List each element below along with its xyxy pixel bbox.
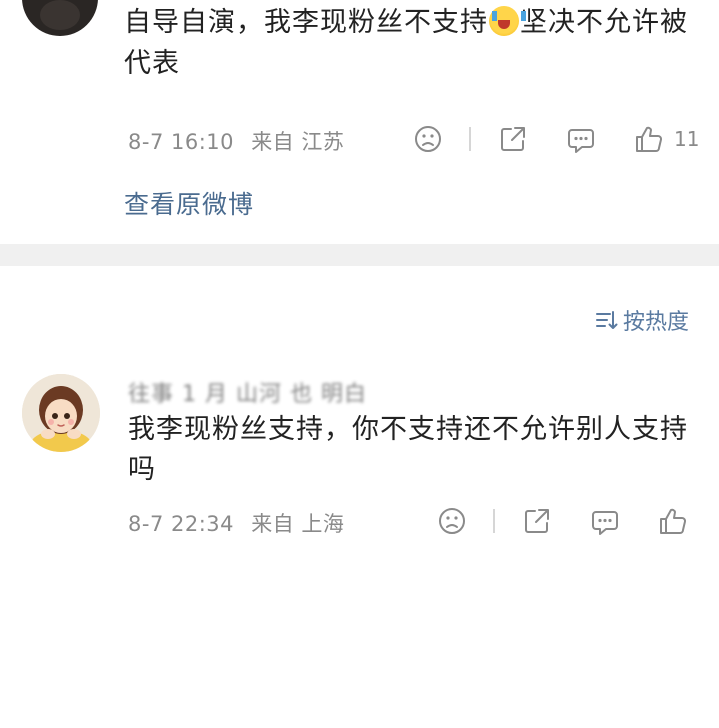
like-button[interactable]: 11	[634, 124, 699, 154]
comment-thumbs-up-icon	[660, 508, 686, 534]
thumbs-up-icon	[636, 126, 662, 152]
post-date: 8-7 16:10	[128, 130, 234, 154]
section-separator	[0, 244, 719, 266]
comment-reply-icon[interactable]	[591, 508, 619, 536]
comment-date: 8-7 22:34	[128, 512, 234, 536]
comment-dislike-icon[interactable]	[438, 507, 466, 535]
action-divider	[469, 127, 471, 151]
comment-text: 我李现粉丝支持，你不支持还不允许别人支持吗	[128, 414, 688, 485]
post-text-part1: 自导自演，我李现粉丝不支持	[124, 7, 488, 38]
sort-label: 按热度	[622, 310, 689, 335]
crying-face-emoji-icon	[489, 6, 526, 36]
sort-by-hot-button[interactable]: 按热度	[595, 304, 689, 336]
comment-share-icon[interactable]	[523, 507, 551, 535]
comment-action-divider	[493, 509, 495, 533]
commenter-username[interactable]: 往事 1 月 山河 也 明白	[128, 376, 367, 408]
post-location: 来自 江苏	[251, 130, 345, 154]
like-count: 11	[674, 127, 700, 151]
dislike-icon[interactable]	[414, 125, 442, 153]
share-icon[interactable]	[499, 125, 527, 153]
comment-meta: 8-7 22:34 来自 上海	[128, 508, 344, 538]
commenter-avatar[interactable]	[22, 374, 100, 452]
sort-icon	[595, 311, 618, 329]
post-author-avatar[interactable]	[22, 0, 98, 36]
comment-location: 来自 上海	[251, 512, 345, 536]
post-text: 自导自演，我李现粉丝不支持 坚决不允许被代表	[124, 2, 694, 84]
post-meta: 8-7 16:10 来自 江苏	[128, 126, 344, 156]
view-original-link[interactable]: 查看原微博	[124, 185, 254, 221]
comment-like-button[interactable]	[658, 506, 688, 536]
comment-icon[interactable]	[567, 126, 595, 154]
